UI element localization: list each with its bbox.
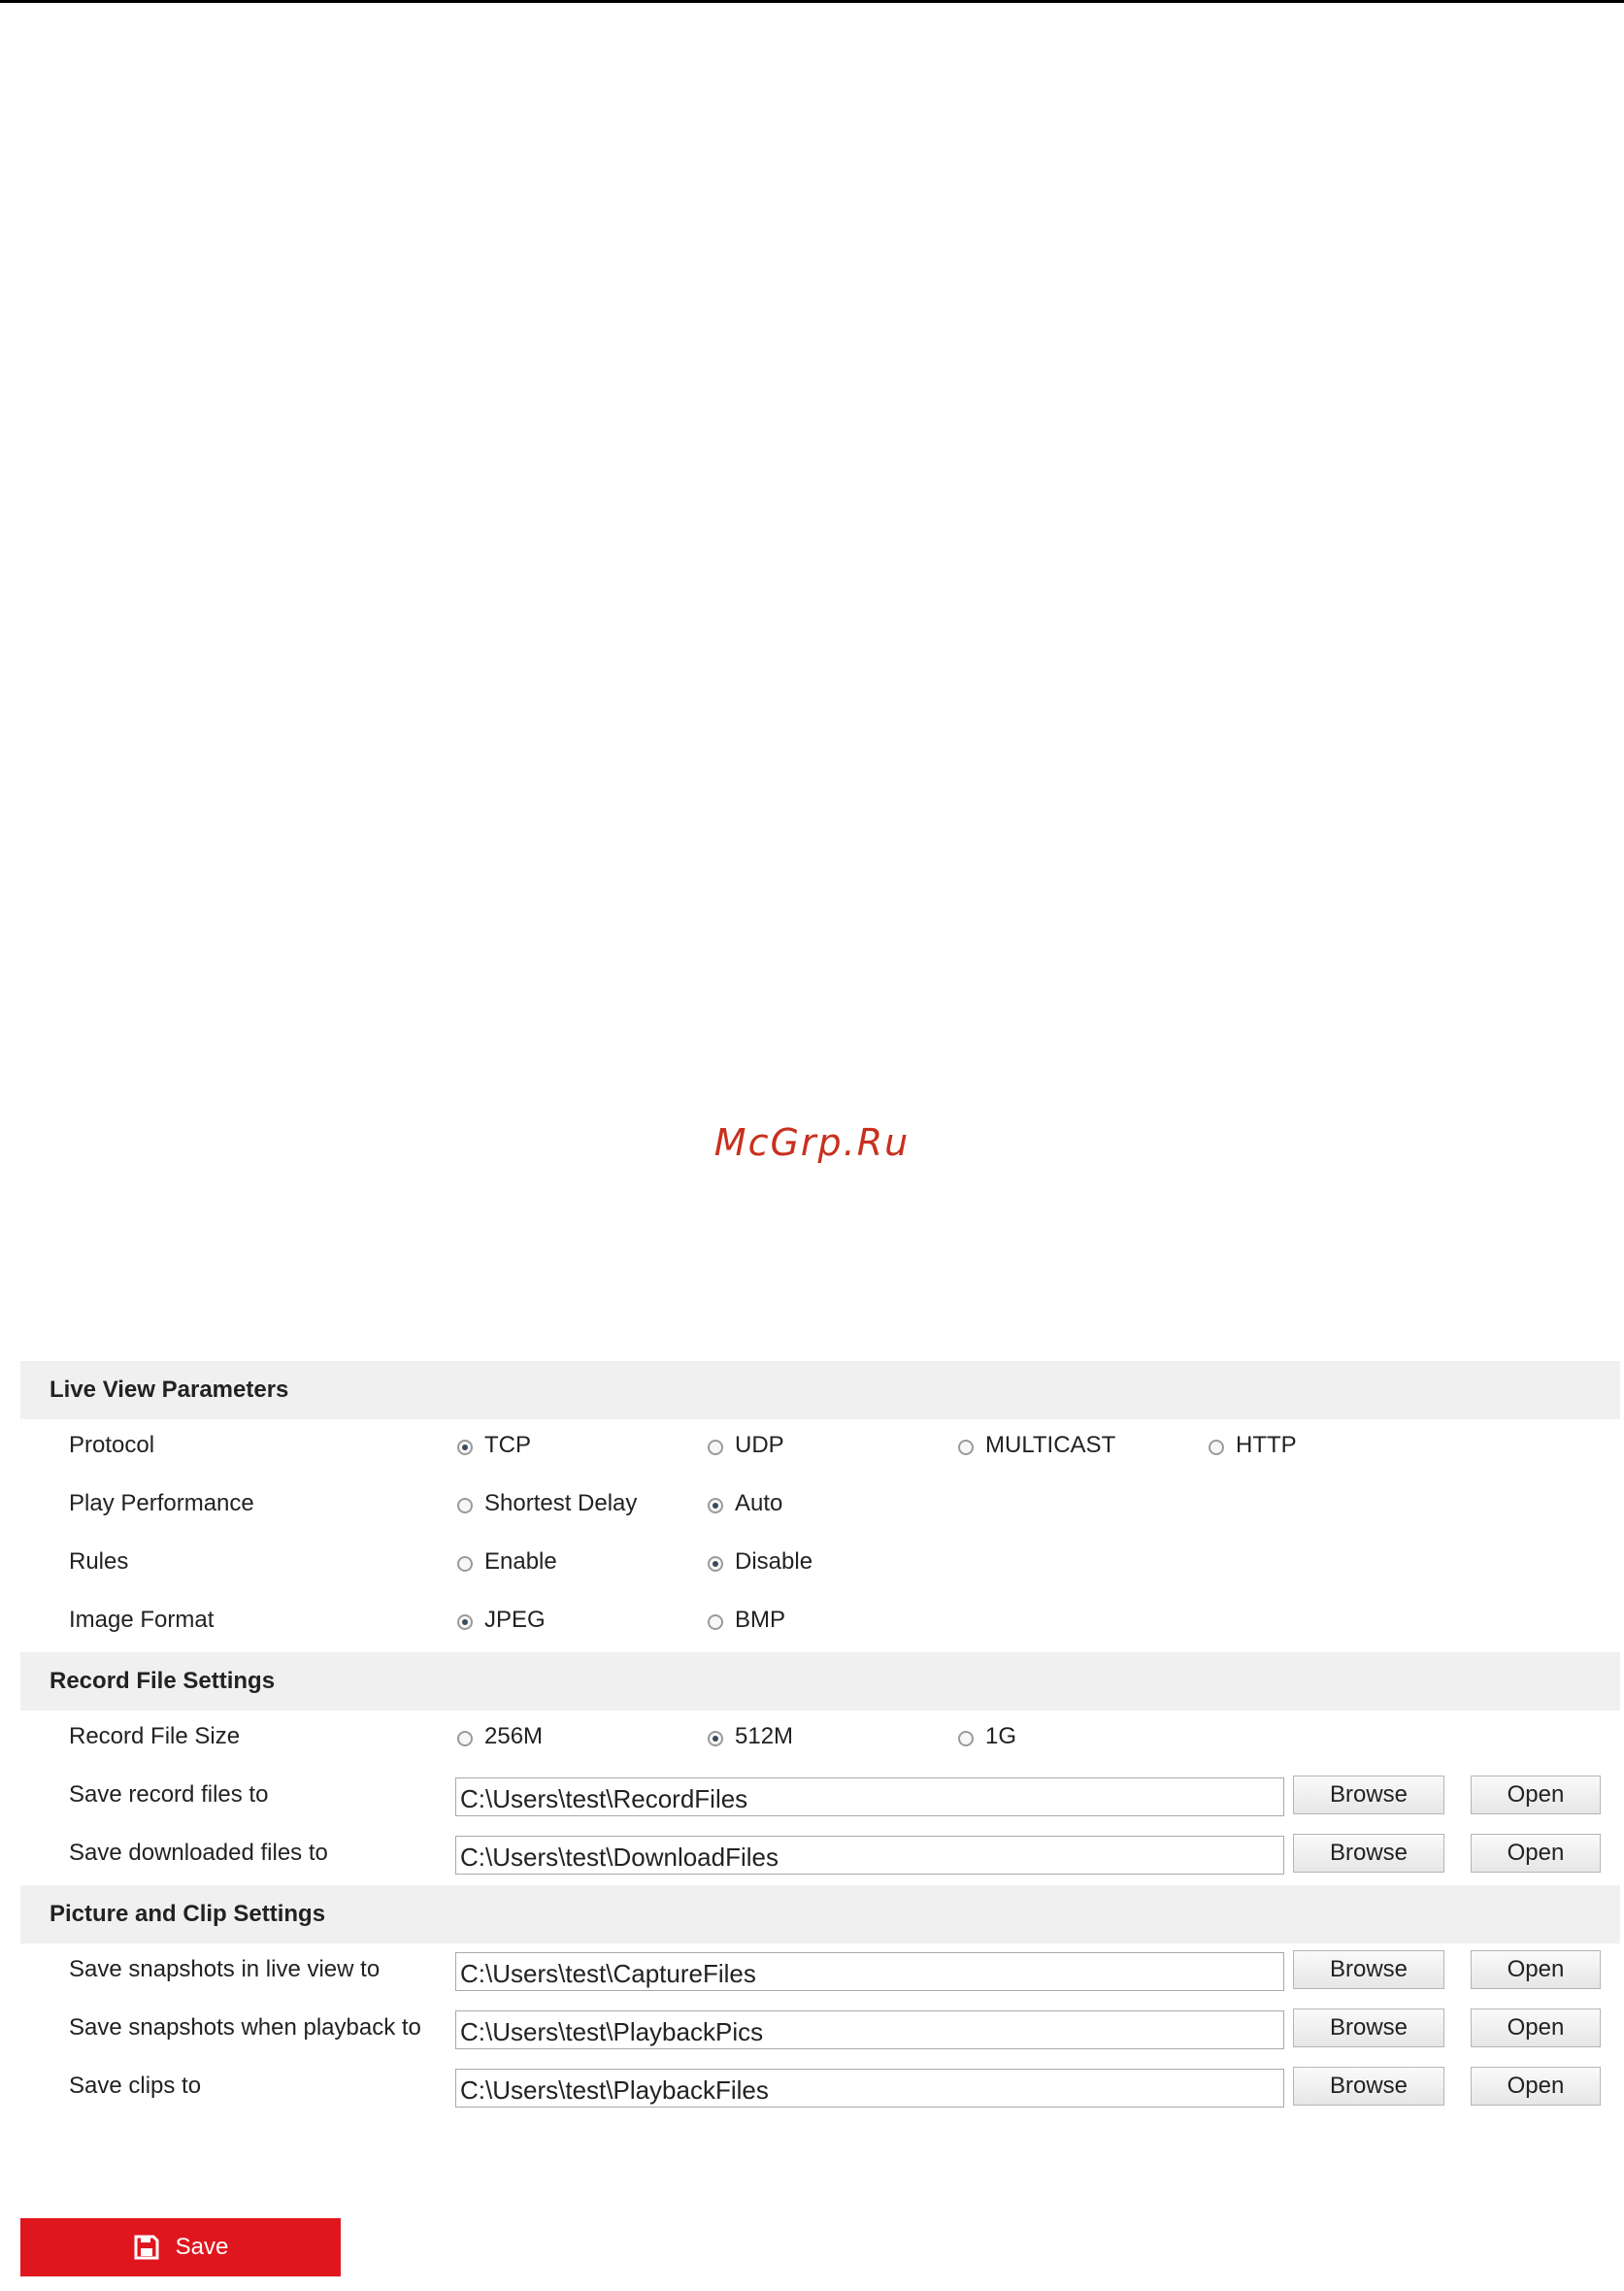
save-snapshots-live-label: Save snapshots in live view to (69, 1956, 381, 1982)
save-clips-label: Save clips to (69, 2073, 202, 2099)
image-format-label: Image Format (69, 1607, 215, 1633)
rules-enable-option[interactable]: Enable (457, 1548, 557, 1576)
save-snapshots-playback-row: Save snapshots when playback to Browse O… (20, 2002, 1620, 2060)
play-performance-row: Play Performance Shortest Delay Auto (20, 1478, 1620, 1536)
browse-snapshots-playback-button[interactable]: Browse (1293, 2009, 1444, 2047)
open-snapshots-playback-button[interactable]: Open (1471, 2009, 1601, 2047)
save-downloaded-files-row: Save downloaded files to Browse Open (20, 1827, 1620, 1885)
downloaded-files-path-input[interactable] (455, 1836, 1284, 1875)
top-rule (0, 0, 1624, 3)
section-header-picture-clip: Picture and Clip Settings (20, 1885, 1620, 1943)
browse-record-files-button[interactable]: Browse (1293, 1776, 1444, 1814)
play-performance-label: Play Performance (69, 1490, 254, 1516)
protocol-http-option[interactable]: HTTP (1209, 1432, 1297, 1459)
option-label: TCP (484, 1432, 531, 1458)
radio-icon[interactable] (958, 1439, 974, 1455)
save-clips-row: Save clips to Browse Open (20, 2060, 1620, 2118)
file-size-512m-option[interactable]: 512M (708, 1723, 793, 1750)
file-size-1g-option[interactable]: 1G (958, 1723, 1016, 1750)
save-record-files-row: Save record files to Browse Open (20, 1769, 1620, 1827)
option-label: Disable (735, 1548, 813, 1575)
save-snapshots-live-row: Save snapshots in live view to Browse Op… (20, 1943, 1620, 2002)
protocol-multicast-option[interactable]: MULTICAST (958, 1432, 1115, 1459)
snapshots-playback-path-input[interactable] (455, 2010, 1284, 2049)
radio-icon[interactable] (958, 1730, 974, 1746)
save-button[interactable]: Save (20, 2218, 341, 2276)
image-format-bmp-option[interactable]: BMP (708, 1607, 785, 1634)
rules-disable-option[interactable]: Disable (708, 1548, 812, 1576)
play-performance-auto-option[interactable]: Auto (708, 1490, 782, 1517)
option-label: Enable (484, 1548, 557, 1575)
radio-icon[interactable] (457, 1555, 473, 1572)
snapshots-live-path-input[interactable] (455, 1952, 1284, 1991)
radio-icon[interactable] (1209, 1439, 1224, 1455)
option-label: UDP (735, 1432, 784, 1458)
protocol-tcp-option[interactable]: TCP (457, 1432, 531, 1459)
save-button-label: Save (175, 2234, 229, 2260)
option-label: Shortest Delay (484, 1490, 638, 1516)
option-label: JPEG (484, 1607, 546, 1633)
record-file-size-label: Record File Size (69, 1723, 241, 1749)
browse-snapshots-live-button[interactable]: Browse (1293, 1950, 1444, 1989)
image-format-row: Image Format JPEG BMP (20, 1594, 1620, 1652)
option-label: 512M (735, 1723, 794, 1749)
radio-icon[interactable] (457, 1439, 473, 1455)
radio-icon[interactable] (457, 1730, 473, 1746)
radio-icon[interactable] (708, 1497, 723, 1513)
radio-icon[interactable] (708, 1439, 723, 1455)
record-files-path-input[interactable] (455, 1777, 1284, 1816)
rules-row: Rules Enable Disable (20, 1536, 1620, 1594)
radio-icon[interactable] (708, 1613, 723, 1630)
image-format-jpeg-option[interactable]: JPEG (457, 1607, 546, 1634)
option-label: 256M (484, 1723, 544, 1749)
floppy-disk-icon (133, 2234, 160, 2261)
radio-icon[interactable] (457, 1613, 473, 1630)
radio-icon[interactable] (708, 1555, 723, 1572)
open-snapshots-live-button[interactable]: Open (1471, 1950, 1601, 1989)
save-record-files-label: Save record files to (69, 1781, 269, 1808)
save-downloaded-files-label: Save downloaded files to (69, 1840, 328, 1866)
save-snapshots-playback-label: Save snapshots when playback to (69, 2014, 421, 2041)
clips-path-input[interactable] (455, 2069, 1284, 2108)
browse-clips-button[interactable]: Browse (1293, 2067, 1444, 2106)
play-performance-shortest-delay-option[interactable]: Shortest Delay (457, 1490, 637, 1517)
open-record-files-button[interactable]: Open (1471, 1776, 1601, 1814)
radio-icon[interactable] (708, 1730, 723, 1746)
option-label: BMP (735, 1607, 786, 1633)
option-label: Auto (735, 1490, 783, 1516)
record-file-size-row: Record File Size 256M 512M 1G (20, 1710, 1620, 1769)
open-clips-button[interactable]: Open (1471, 2067, 1601, 2106)
open-downloaded-files-button[interactable]: Open (1471, 1834, 1601, 1873)
option-label: MULTICAST (985, 1432, 1116, 1458)
section-header-record-file: Record File Settings (20, 1652, 1620, 1710)
protocol-row: Protocol TCP UDP MULTICAST HTTP (20, 1419, 1620, 1478)
browse-downloaded-files-button[interactable]: Browse (1293, 1834, 1444, 1873)
protocol-label: Protocol (69, 1432, 155, 1458)
radio-icon[interactable] (457, 1497, 473, 1513)
rules-label: Rules (69, 1548, 129, 1575)
option-label: 1G (985, 1723, 1017, 1749)
protocol-udp-option[interactable]: UDP (708, 1432, 784, 1459)
option-label: HTTP (1236, 1432, 1297, 1458)
section-header-live-view: Live View Parameters (20, 1361, 1620, 1419)
file-size-256m-option[interactable]: 256M (457, 1723, 543, 1750)
watermark: McGrp.Ru (713, 1121, 911, 1164)
settings-panel: Live View Parameters Protocol TCP UDP MU… (20, 1361, 1620, 2118)
